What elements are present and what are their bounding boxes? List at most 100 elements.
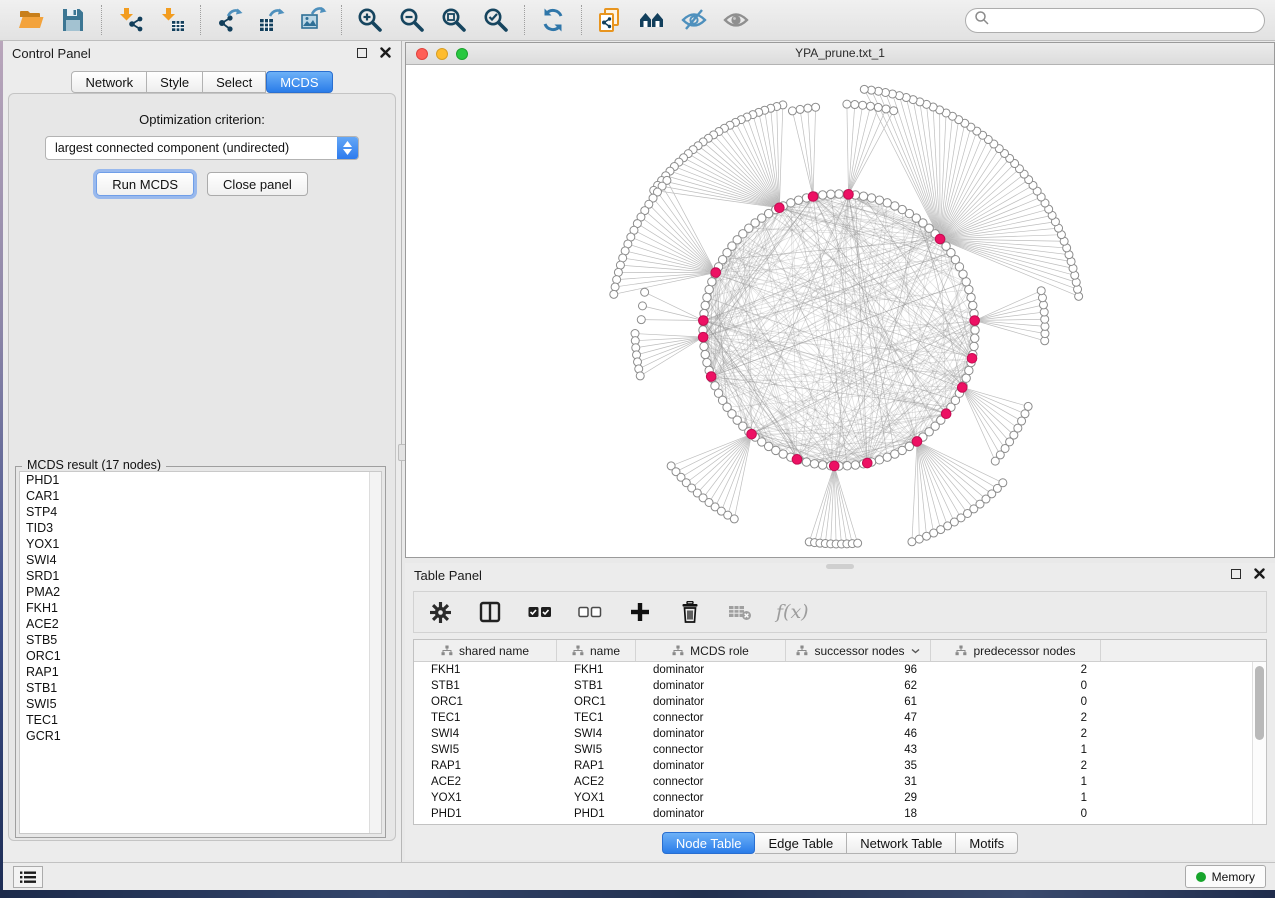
zoom-in-icon[interactable] xyxy=(349,3,391,37)
import-table-icon[interactable] xyxy=(151,3,193,37)
mcds-result-item[interactable]: TID3 xyxy=(20,520,381,536)
mcds-result-title: MCDS result (17 nodes) xyxy=(22,458,166,472)
mcds-result-item[interactable]: STP4 xyxy=(20,504,381,520)
mcds-result-item[interactable]: TEC1 xyxy=(20,712,381,728)
network-canvas[interactable] xyxy=(406,65,1274,557)
mcds-result-item[interactable]: CAR1 xyxy=(20,488,381,504)
zoom-selected-icon[interactable] xyxy=(475,3,517,37)
select-stepper-icon[interactable] xyxy=(337,137,358,159)
mcds-result-item[interactable]: YOX1 xyxy=(20,536,381,552)
table-row[interactable]: TEC1TEC1connector472 xyxy=(414,710,1252,726)
window-zoom-icon[interactable] xyxy=(456,48,468,60)
network-window-titlebar[interactable]: YPA_prune.txt_1 xyxy=(406,43,1274,65)
add-column-icon[interactable] xyxy=(626,595,654,629)
search-input[interactable] xyxy=(990,11,1264,31)
function-builder-icon[interactable]: f(x) xyxy=(776,601,809,623)
criterion-select[interactable]: largest connected component (undirected) xyxy=(45,136,359,160)
toolbar-separator xyxy=(581,5,582,35)
save-session-icon[interactable] xyxy=(52,3,94,37)
deselect-all-rows-icon[interactable] xyxy=(576,595,604,629)
tab-node-table[interactable]: Node Table xyxy=(662,832,756,854)
hide-selected-eye-icon[interactable] xyxy=(673,3,715,37)
find-network-icon[interactable] xyxy=(631,3,673,37)
column-header-MCDS-role[interactable]: MCDS role xyxy=(636,640,786,661)
float-panel-icon[interactable] xyxy=(357,48,367,58)
tab-network[interactable]: Network xyxy=(71,71,147,93)
export-table-icon[interactable] xyxy=(250,3,292,37)
tab-edge-table[interactable]: Edge Table xyxy=(755,832,847,854)
table-panel-drag-handle[interactable] xyxy=(826,564,854,569)
table-cell: STB1 xyxy=(414,678,557,694)
tab-select[interactable]: Select xyxy=(203,71,266,93)
mcds-result-item[interactable]: ACE2 xyxy=(20,616,381,632)
clone-network-icon[interactable] xyxy=(589,3,631,37)
zoom-fit-icon[interactable] xyxy=(433,3,475,37)
refresh-icon[interactable] xyxy=(532,3,574,37)
mcds-result-item[interactable]: SWI5 xyxy=(20,696,381,712)
tab-mcds[interactable]: MCDS xyxy=(266,71,332,93)
close-panel-icon[interactable] xyxy=(380,47,391,58)
tab-motifs[interactable]: Motifs xyxy=(956,832,1018,854)
table-cell: 0 xyxy=(931,806,1101,822)
task-history-button[interactable] xyxy=(13,866,43,888)
delete-table-icon[interactable] xyxy=(726,595,754,629)
table-row[interactable]: ORC1ORC1dominator610 xyxy=(414,694,1252,710)
mcds-result-item[interactable]: ORC1 xyxy=(20,648,381,664)
select-all-rows-icon[interactable] xyxy=(526,595,554,629)
column-header-predecessor-nodes[interactable]: predecessor nodes xyxy=(931,640,1101,661)
mcds-result-item[interactable]: FKH1 xyxy=(20,600,381,616)
table-cell: 31 xyxy=(786,774,931,790)
table-row[interactable]: FKH1FKH1dominator962 xyxy=(414,662,1252,678)
mcds-result-item[interactable]: STB5 xyxy=(20,632,381,648)
memory-button[interactable]: Memory xyxy=(1185,865,1266,888)
delete-column-trash-icon[interactable] xyxy=(676,595,704,629)
table-scrollbar[interactable] xyxy=(1252,662,1266,824)
float-panel-icon[interactable] xyxy=(1231,569,1241,579)
mcds-result-item[interactable]: SRD1 xyxy=(20,568,381,584)
export-network-icon[interactable] xyxy=(208,3,250,37)
export-image-icon[interactable] xyxy=(292,3,334,37)
table-row[interactable]: PHD1PHD1dominator180 xyxy=(414,806,1252,822)
mcds-result-item[interactable]: PHD1 xyxy=(20,472,381,488)
mcds-result-item[interactable]: GCR1 xyxy=(20,728,381,744)
open-file-icon[interactable] xyxy=(10,3,52,37)
mcds-result-list[interactable]: PHD1CAR1STP4TID3YOX1SWI4SRD1PMA2FKH1ACE2… xyxy=(19,471,382,834)
column-header-shared-name[interactable]: shared name xyxy=(414,640,557,661)
table-row[interactable]: RAP1RAP1dominator352 xyxy=(414,758,1252,774)
tab-style[interactable]: Style xyxy=(147,71,203,93)
show-columns-icon[interactable] xyxy=(476,595,504,629)
table-settings-gear-icon[interactable] xyxy=(426,595,454,629)
table-row[interactable]: YOX1YOX1connector291 xyxy=(414,790,1252,806)
table-panel-title: Table Panel xyxy=(414,568,482,583)
mcds-result-item[interactable]: PMA2 xyxy=(20,584,381,600)
column-header-successor-nodes[interactable]: successor nodes xyxy=(786,640,931,661)
mcds-result-item[interactable]: SWI4 xyxy=(20,552,381,568)
table-cell: 1 xyxy=(931,742,1101,758)
column-header-name[interactable]: name xyxy=(557,640,636,661)
table-scrollbar-thumb[interactable] xyxy=(1255,666,1264,740)
search-box[interactable] xyxy=(965,8,1265,33)
mcds-list-scrollbar[interactable] xyxy=(369,472,381,833)
sort-desc-icon xyxy=(911,648,920,654)
table-row[interactable]: SWI4SWI4dominator462 xyxy=(414,726,1252,742)
close-panel-button[interactable]: Close panel xyxy=(207,172,308,196)
network-graph[interactable] xyxy=(406,65,1274,557)
table-cell: SWI5 xyxy=(557,742,636,758)
mcds-result-item[interactable]: RAP1 xyxy=(20,664,381,680)
window-close-icon[interactable] xyxy=(416,48,428,60)
mcds-result-item[interactable]: STB1 xyxy=(20,680,381,696)
import-network-icon[interactable] xyxy=(109,3,151,37)
close-panel-icon[interactable] xyxy=(1254,568,1265,579)
control-panel: Control Panel Network Style Select MCDS … xyxy=(3,41,402,862)
run-mcds-button[interactable]: Run MCDS xyxy=(96,172,194,196)
tab-network-table[interactable]: Network Table xyxy=(847,832,956,854)
zoom-out-icon[interactable] xyxy=(391,3,433,37)
mcds-tab-content: Optimization criterion: largest connecte… xyxy=(8,93,396,841)
table-row[interactable]: STB1STB1dominator620 xyxy=(414,678,1252,694)
table-cell: SWI4 xyxy=(557,726,636,742)
table-row[interactable]: SWI5SWI5connector431 xyxy=(414,742,1252,758)
table-row[interactable]: ACE2ACE2connector311 xyxy=(414,774,1252,790)
show-all-eye-icon[interactable] xyxy=(715,3,757,37)
table-cell: ACE2 xyxy=(414,774,557,790)
window-minimize-icon[interactable] xyxy=(436,48,448,60)
